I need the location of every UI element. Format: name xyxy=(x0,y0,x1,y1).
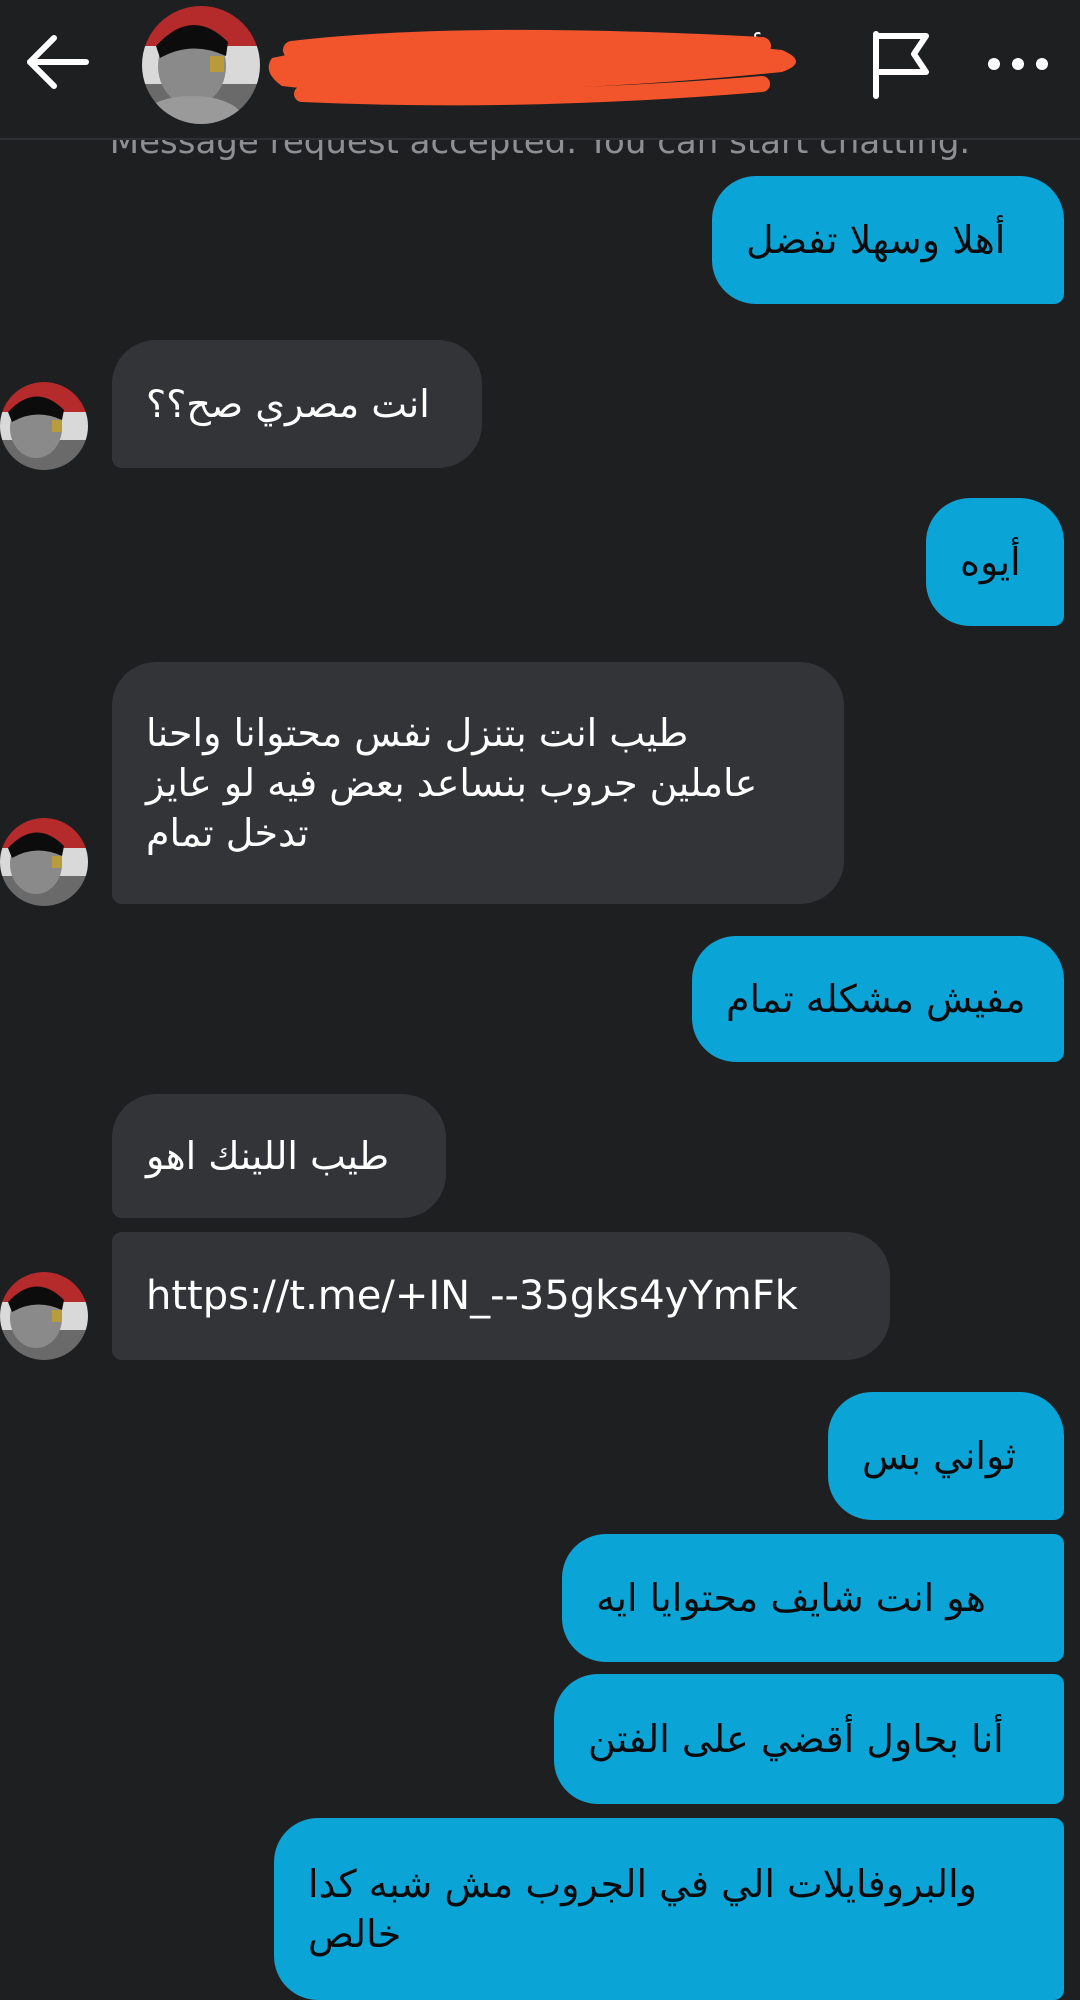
incoming-message[interactable]: طيب انت بتنزل نفس محتوانا واحنا عاملين ج… xyxy=(112,662,844,904)
outgoing-message[interactable]: مفيش مشكله تمام xyxy=(692,936,1064,1062)
outgoing-message[interactable]: هو انت شايف محتوايا ايه xyxy=(562,1534,1064,1662)
contact-avatar-small[interactable] xyxy=(0,1272,88,1360)
outgoing-message[interactable]: ثواني بس xyxy=(828,1392,1064,1520)
message-text: مفيش مشكله تمام xyxy=(726,977,1026,1021)
message-line: خالص xyxy=(308,1912,402,1956)
message-line: تدخل تمام xyxy=(146,811,309,855)
message-text: أيوه xyxy=(960,540,1021,584)
message-link[interactable]: https://t.me/+IN_--35gks4yYmFk xyxy=(146,1271,798,1321)
contact-avatar-small[interactable] xyxy=(0,818,88,906)
message-text: هو انت شايف محتوايا ايه xyxy=(596,1576,986,1620)
avatar-image xyxy=(0,818,88,906)
back-button[interactable] xyxy=(20,22,100,102)
redaction-scribble xyxy=(268,29,797,106)
message-line: عاملين جروب بنساعد بعض فيه لو عايز xyxy=(146,761,758,805)
chat-header: أحمد علي xyxy=(0,0,1080,140)
contact-avatar[interactable] xyxy=(142,6,260,124)
message-line: طيب انت بتنزل نفس محتوانا واحنا xyxy=(146,711,689,755)
contact-avatar-small[interactable] xyxy=(0,382,88,470)
incoming-message[interactable]: انت مصري صح؟؟ xyxy=(112,340,482,468)
message-text: ثواني بس xyxy=(862,1434,1017,1478)
avatar-image xyxy=(0,382,88,470)
message-line: والبروفايلات الي في الجروب مش شبه كدا xyxy=(308,1862,977,1906)
outgoing-message[interactable]: أنا بحاول أقضي على الفتن xyxy=(554,1674,1064,1804)
report-button[interactable] xyxy=(862,24,942,104)
incoming-message[interactable]: طيب اللينك اهو xyxy=(112,1094,446,1218)
message-text: أنا بحاول أقضي على الفتن xyxy=(588,1717,1004,1761)
message-text: أهلا وسهلا تفضل xyxy=(746,218,1006,262)
avatar-image xyxy=(0,1272,88,1360)
ellipsis-icon xyxy=(988,58,1048,70)
more-options-button[interactable] xyxy=(974,24,1062,104)
message-text: طيب اللينك اهو xyxy=(146,1134,390,1178)
incoming-link-message[interactable]: https://t.me/+IN_--35gks4yYmFk xyxy=(112,1232,890,1360)
outgoing-message[interactable]: والبروفايلات الي في الجروب مش شبه كدا خا… xyxy=(274,1818,1064,2000)
outgoing-message[interactable]: أيوه xyxy=(926,498,1064,626)
avatar-image xyxy=(142,6,260,124)
arrow-left-icon xyxy=(27,35,89,89)
outgoing-message[interactable]: أهلا وسهلا تفضل xyxy=(712,176,1064,304)
message-text: انت مصري صح؟؟ xyxy=(146,382,430,426)
flag-icon xyxy=(873,31,929,99)
